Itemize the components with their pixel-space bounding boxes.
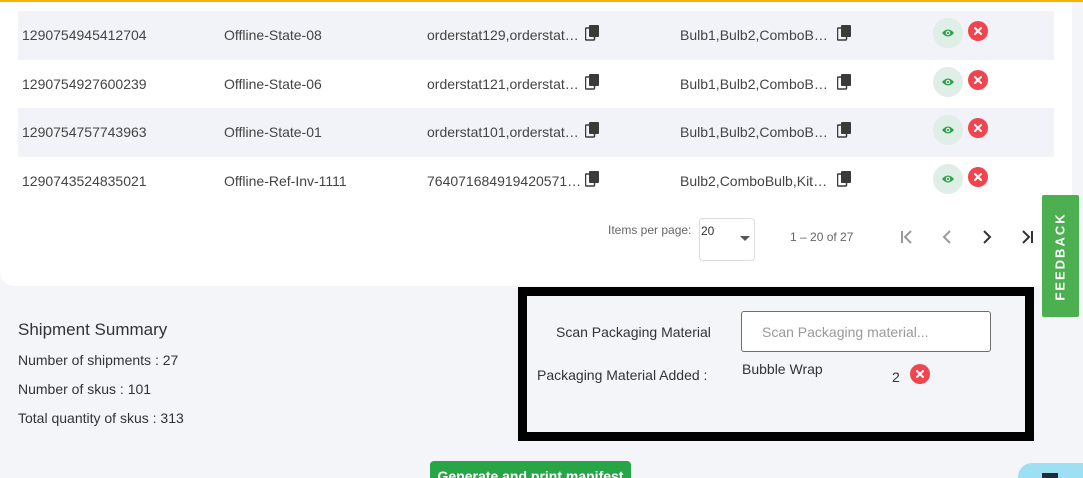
eye-icon (942, 78, 954, 86)
feedback-tab[interactable]: FEEDBACK (1042, 195, 1079, 317)
copy-icon[interactable] (837, 74, 851, 90)
reference-cell: Offline-State-06 (224, 76, 322, 92)
total-sku-quantity: Total quantity of skus : 313 (18, 410, 184, 426)
close-circle-icon (974, 76, 982, 84)
reference-cell: Offline-Ref-Inv-1111 (224, 173, 347, 189)
copy-icon[interactable] (585, 122, 599, 138)
last-page-button[interactable] (1014, 224, 1040, 250)
pagination-range: 1 – 20 of 27 (790, 230, 854, 244)
remove-packaging-button[interactable] (910, 364, 930, 384)
next-page-icon (983, 230, 992, 244)
reference-cell: Offline-State-08 (224, 27, 322, 43)
packaging-item-quantity: 2 (892, 369, 900, 385)
delete-button[interactable] (968, 118, 988, 138)
previous-page-icon (942, 230, 951, 244)
items-per-page-label: Items per page: (608, 223, 692, 237)
first-page-icon (901, 230, 912, 244)
copy-icon[interactable] (585, 171, 599, 187)
orders-cell: 764071684919420571… (427, 173, 582, 189)
copy-icon[interactable] (837, 25, 851, 41)
orders-cell: orderstat101,orderstat1… (427, 124, 583, 140)
shipment-count: Number of shipments : 27 (18, 352, 179, 368)
generate-manifest-button[interactable]: Generate and print manifest (430, 461, 631, 478)
chat-widget-button[interactable] (1018, 463, 1083, 478)
view-button[interactable] (933, 115, 963, 145)
packaging-item-name: Bubble Wrap (742, 361, 823, 377)
copy-icon[interactable] (585, 25, 599, 41)
view-button[interactable] (933, 67, 963, 97)
first-page-button[interactable] (894, 224, 920, 250)
shipment-summary-title: Shipment Summary (18, 320, 168, 339)
shipments-table-card: 1290754945412704 Offline-State-08 orders… (0, 2, 1072, 286)
eye-icon (942, 126, 954, 134)
view-button[interactable] (933, 164, 963, 194)
table-row: 1290754757743963 Offline-State-01 orders… (18, 108, 1054, 157)
packaging-added-label: Packaging Material Added : (537, 367, 708, 383)
table-row: 1290754927600239 Offline-State-06 orders… (18, 60, 1054, 109)
close-circle-icon (916, 370, 924, 378)
skus-cell: Bulb1,Bulb2,ComboBul… (680, 27, 832, 43)
delete-button[interactable] (968, 70, 988, 90)
shipment-id-cell: 1290743524835021 (22, 173, 147, 189)
caret-down-icon (740, 236, 750, 241)
copy-icon[interactable] (837, 171, 851, 187)
chat-icon (1042, 473, 1058, 478)
last-page-icon (1022, 230, 1033, 244)
scan-packaging-input[interactable] (741, 311, 991, 352)
shipment-id-cell: 1290754945412704 (22, 27, 147, 43)
eye-icon (942, 175, 954, 183)
items-per-page-select[interactable]: 20 (699, 218, 755, 261)
table-row: 1290754945412704 Offline-State-08 orders… (18, 11, 1054, 60)
delete-button[interactable] (968, 167, 988, 187)
next-page-button[interactable] (974, 224, 1000, 250)
close-circle-icon (974, 173, 982, 181)
view-button[interactable] (933, 18, 963, 48)
packaging-material-panel: Scan Packaging Material Packaging Materi… (518, 287, 1034, 441)
shipment-id-cell: 1290754927600239 (22, 76, 147, 92)
reference-cell: Offline-State-01 (224, 124, 322, 140)
skus-cell: Bulb1,Bulb2,ComboBul… (680, 124, 832, 140)
sku-count: Number of skus : 101 (18, 381, 152, 397)
items-per-page-value: 20 (701, 224, 715, 238)
close-circle-icon (974, 124, 982, 132)
copy-icon[interactable] (585, 74, 599, 90)
previous-page-button[interactable] (934, 224, 960, 250)
delete-button[interactable] (968, 21, 988, 41)
scan-packaging-label: Scan Packaging Material (556, 324, 711, 340)
skus-cell: Bulb2,ComboBulb,KitBu… (680, 173, 832, 189)
skus-cell: Bulb1,Bulb2,ComboBul… (680, 76, 832, 92)
feedback-label: FEEDBACK (1053, 211, 1069, 301)
shipment-id-cell: 1290754757743963 (22, 124, 147, 140)
orders-cell: orderstat129,orderstat1… (427, 27, 583, 43)
orders-cell: orderstat121,orderstat1… (427, 76, 583, 92)
eye-icon (942, 29, 954, 37)
copy-icon[interactable] (837, 122, 851, 138)
close-circle-icon (974, 27, 982, 35)
table-row: 1290743524835021 Offline-Ref-Inv-1111 76… (18, 157, 1054, 206)
